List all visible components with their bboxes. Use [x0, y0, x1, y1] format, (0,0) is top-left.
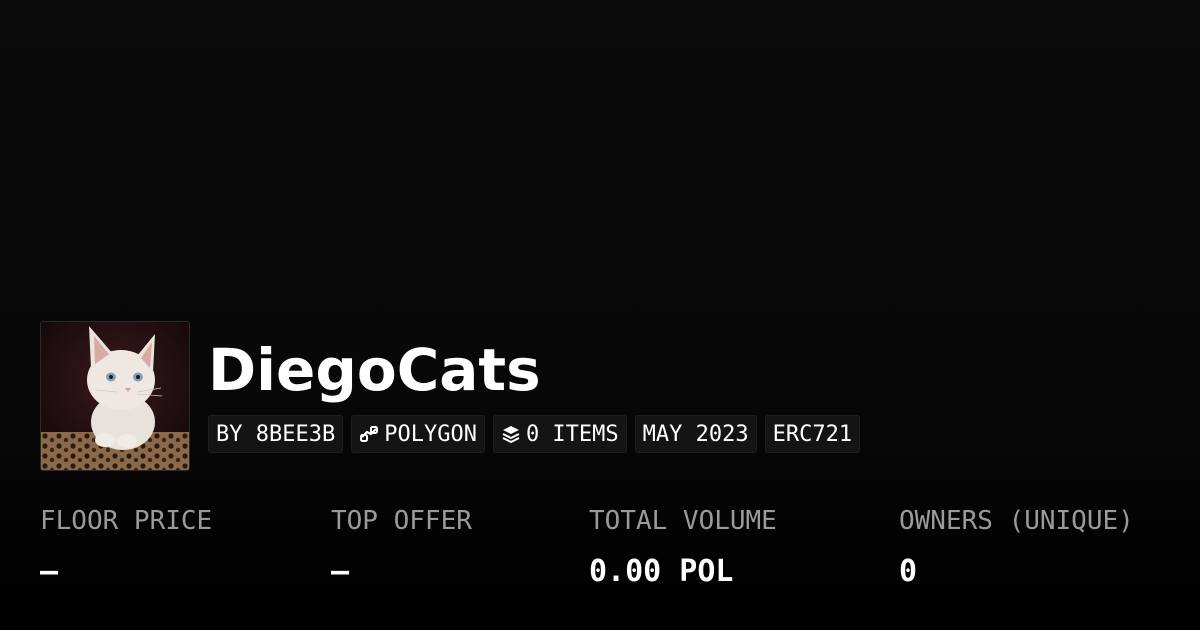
stat-label: FLOOR PRICE [40, 506, 213, 536]
stat-value: – [331, 554, 350, 589]
items-label: 0 ITEMS [525, 421, 619, 447]
collection-title-block: DiegoCats BY 8BEE3B POLYGON 0 ITEMS MAY … [208, 321, 861, 453]
standard-label: ERC721 [772, 421, 853, 447]
stat-top-offer: TOP OFFER – [331, 505, 472, 590]
collection-title: DiegoCats [208, 336, 541, 404]
standard-badge: ERC721 [764, 415, 861, 453]
collection-badges: BY 8BEE3B POLYGON 0 ITEMS MAY 2023 ERC72… [208, 415, 861, 453]
stat-total-volume: TOTAL VOLUME 0.00 POL [589, 505, 777, 590]
layers-icon [501, 424, 521, 444]
items-badge: 0 ITEMS [492, 415, 627, 453]
chain-badge: POLYGON [351, 415, 485, 453]
stat-value: 0.00 POL [589, 554, 734, 589]
stat-value: 0 [899, 554, 918, 589]
stat-label: TOP OFFER [331, 506, 472, 536]
collection-avatar [40, 321, 190, 471]
stat-label: TOTAL VOLUME [589, 506, 777, 536]
stat-value: – [40, 554, 59, 589]
chain-label: POLYGON [384, 421, 477, 447]
chain-link-icon [359, 424, 379, 444]
stat-label: OWNERS (UNIQUE) [899, 506, 1134, 536]
date-badge: MAY 2023 [634, 415, 757, 453]
creator-badge[interactable]: BY 8BEE3B [208, 415, 344, 453]
collection-header: DiegoCats BY 8BEE3B POLYGON 0 ITEMS MAY … [40, 321, 861, 471]
date-label: MAY 2023 [642, 421, 749, 447]
creator-label: BY 8BEE3B [216, 421, 336, 447]
stat-floor-price: FLOOR PRICE – [40, 505, 212, 590]
stat-owners: OWNERS (UNIQUE) 0 [899, 505, 1134, 590]
cat-avatar-image [41, 322, 189, 470]
